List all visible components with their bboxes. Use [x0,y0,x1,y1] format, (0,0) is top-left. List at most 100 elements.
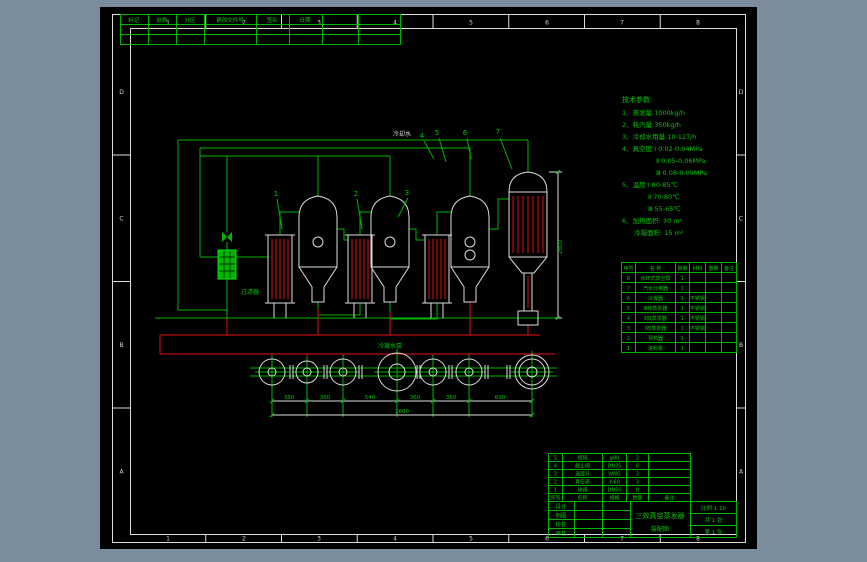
dim-label: 360 [320,395,331,401]
tech-params: 技术参数: 1、蒸发量 1000kg/h 2、耗汽量 350kg/h 3、冷却水… [622,95,707,237]
frame-row-label: B [119,342,123,349]
strip-cell: 5 [554,456,557,462]
revision-header: 日期 [299,17,311,24]
strip-cell: 截止阀 [575,463,590,470]
title-block-role: 设计 [555,503,567,511]
separator-1 [298,195,338,303]
separator-2 [370,195,410,303]
parts-cell: 不锈钢 [690,305,705,312]
parts-cell: 不锈钢 [690,295,705,302]
parts-cell: 1 [681,346,684,352]
strip-cell: 真空表 [575,479,590,486]
strip-cell: Y-60 [608,480,620,486]
revision-header: 标记 [128,16,140,24]
parts-cell: 7 [627,286,630,292]
tech-param-line: 3、冷却水用量 10-12T/h [622,132,696,141]
frame-col-label: 5 [469,20,473,27]
separator-3 [450,195,490,303]
frame-col-label: 4 [393,536,397,543]
parts-cell: 不锈钢 [690,325,705,332]
strip-cell: 2 [636,456,639,462]
strip-header: 备注 [664,495,674,502]
equipment [217,171,548,326]
tech-param-line: 6、加热面积: 30 m² [622,216,683,225]
pump-row [255,349,553,395]
parts-header: 备注 [724,265,734,272]
strip-cell: 3 [554,472,557,478]
tech-param-line: 4、真空度 Ⅰ 0.02-0.04MPa [622,144,703,153]
dim-label: 360 [446,395,457,401]
revision-header: 处数 [156,16,168,24]
balloon-numbers: 1 2 3 4 5 6 7 [274,128,513,230]
frame-col-label: 4 [393,20,397,27]
balloon: 7 [496,128,500,136]
heater-3 [421,234,453,304]
valve-icon [222,232,232,242]
dim-label: 350 [284,395,295,401]
parts-cell: 1 [627,346,630,352]
parts-cell: 1 [681,296,684,302]
tech-param-line: 2、耗汽量 350kg/h [622,120,681,129]
strip-cell: φ80 [610,456,620,462]
frame-row-label: D [739,89,744,96]
sheet-count-label: 共 1 张 [705,516,723,524]
tech-param-line: 冷凝面积: 15 m² [634,228,684,237]
dim-height-label: 2800 [558,240,564,254]
title-block-role: 制图 [555,512,567,520]
frame-row-label: C [739,216,743,223]
scale-label: 比例 1:10 [701,504,727,512]
strip-cell: WNG [608,472,621,478]
parts-header: 序号 [623,265,633,272]
balloon: 1 [274,190,278,198]
strip-cell: 4 [554,464,557,470]
parts-cell: 1 [681,276,684,282]
drawing-subtitle: 装配图 [651,525,669,533]
dim-total-label: 2600 [395,409,409,415]
dim-label: 360 [410,395,421,401]
strip-cell: 球阀 [577,487,587,494]
frame-col-label: 1 [166,536,170,543]
parts-cell: 预热器 [648,335,663,342]
parts-cell: 进料泵 [648,345,663,352]
tech-param-line: Ⅲ 0.08-0.09MPa [656,169,707,177]
parts-header: 数量 [677,265,687,272]
parts-cell: 2 [627,336,630,342]
parts-cell: 冷凝器 [648,295,663,302]
tech-param-line: 5、温度 Ⅰ 80-85℃ [622,180,678,189]
parts-cell: 1 [681,336,684,342]
frame-col-label: 6 [545,20,549,27]
parts-cell: Ⅰ效蒸发器 [645,325,666,332]
parts-cell: 6 [627,296,630,302]
cad-viewport: { "colors": {"background":"#7b8c9c","can… [0,0,867,562]
frame-row-label: B [739,342,743,349]
strip-header: 序号 [550,495,560,502]
strip-cell: 1 [554,488,557,494]
balloon: 3 [405,189,409,197]
balloon: 2 [354,190,358,198]
frame-col-label: 5 [469,536,473,543]
parts-cell: 1 [681,286,684,292]
tech-param-line: 1、蒸发量 1000kg/h [622,108,685,117]
sight-glass-icon [464,249,476,261]
balloon: 5 [435,129,439,137]
frame-row-label: D [119,89,124,96]
title-block-role: 校核 [555,521,567,529]
balloon: 6 [463,129,468,137]
tech-params-title: 技术参数: [622,95,652,104]
filter-unit [217,249,237,280]
revision-header: 签名 [266,16,277,24]
cad-drawing: 1 2 3 4 5 6 7 8 1 2 3 4 5 6 7 8 D C B A … [112,14,746,543]
tech-param-line: Ⅲ 55-65℃ [648,205,681,213]
strip-header: 数量 [632,495,642,502]
strip-cell: 6 [636,464,639,470]
parts-header: 材料 [692,265,702,272]
frame-col-label: 3 [317,536,321,543]
revision-table: 标记 处数 分区 更改文件号 签名 日期 [120,14,401,45]
coolant-label: 冷却水 [393,130,411,138]
parts-cell: 8 [627,276,630,282]
strip-cell: 8 [636,488,639,494]
parts-cell: 4 [627,316,630,322]
strip-cell: DN25 [608,464,622,470]
parts-cell: Ⅲ效蒸发器 [644,305,667,312]
parts-cell: 不锈钢 [690,315,705,322]
